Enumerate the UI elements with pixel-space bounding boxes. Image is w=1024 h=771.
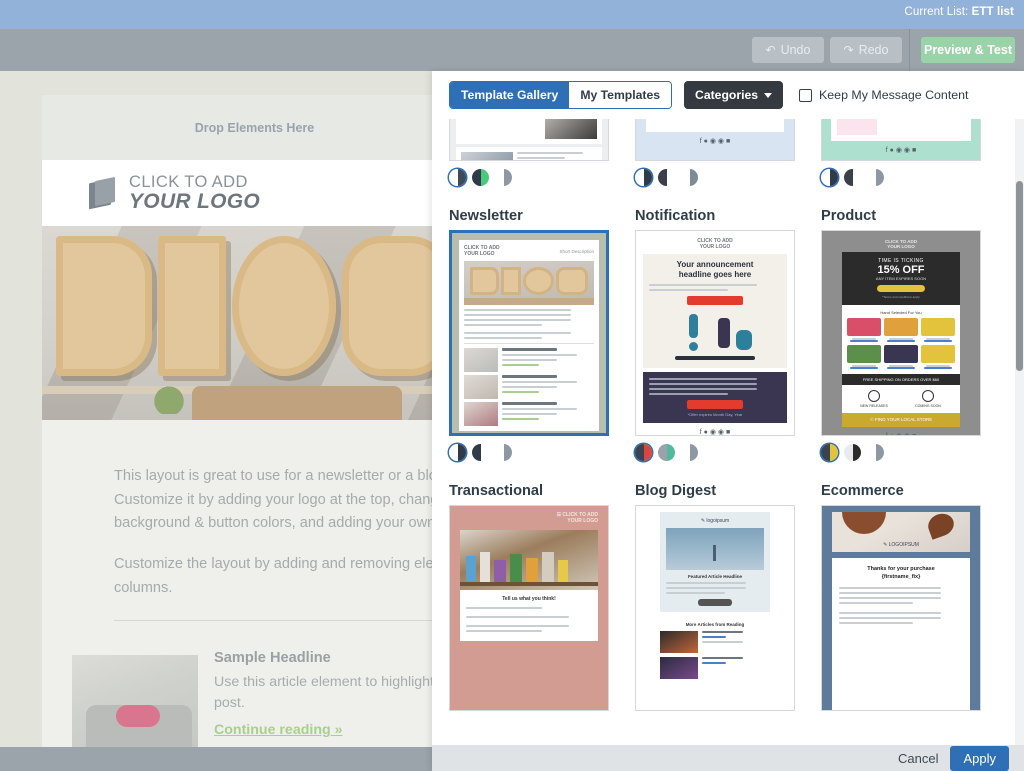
template-card-product[interactable]: Product CLICK TO ADD YOUR LOGO TIME IS TI… (821, 198, 999, 473)
undo-button[interactable]: ↶ Undo (752, 37, 824, 63)
template-card-transactional[interactable]: Transactional ☰ CLICK TO ADD YOUR LOGO T… (449, 473, 627, 723)
redo-button-label: Redo (858, 43, 889, 57)
template-card[interactable]: f ● ◉ ◉ ■ (449, 119, 627, 198)
color-swatch[interactable] (844, 444, 861, 461)
social-icons: f ● ◉ ◉ ■ (885, 147, 917, 154)
hero-plant (154, 382, 184, 414)
keep-message-content-toggle[interactable]: Keep My Message Content (799, 88, 969, 102)
undo-arrow-icon: ↶ (765, 43, 776, 57)
social-icons: f ● ◉ ◉ ■ (459, 431, 599, 433)
color-swatch[interactable] (495, 444, 512, 461)
template-card-ecommerce[interactable]: Ecommerce ✎ LOGOIPSUM Thanks for your pu… (821, 473, 999, 723)
color-swatch[interactable] (867, 444, 884, 461)
color-swatch[interactable] (867, 169, 884, 186)
logo-line-1: CLICK TO ADD (129, 172, 248, 191)
template-card-blog-digest[interactable]: Blog Digest ✎ logoipsum Featured Article… (635, 473, 813, 723)
book-logo-icon (87, 176, 119, 210)
template-panel-footer: Cancel Apply (432, 745, 1024, 771)
template-thumbnail[interactable]: f ● ◉ ◉ ■ (821, 119, 981, 161)
color-swatch[interactable] (658, 169, 675, 186)
template-thumbnail-transactional[interactable]: ☰ CLICK TO ADD YOUR LOGO Tell us what yo… (449, 505, 609, 711)
color-swatch-list (635, 444, 813, 461)
template-card-title: Product (821, 208, 877, 224)
color-swatch[interactable] (681, 444, 698, 461)
color-swatch[interactable] (681, 169, 698, 186)
template-card-title: Newsletter (449, 208, 523, 224)
logo-placeholder-text: CLICK TO ADD YOUR LOGO (129, 172, 261, 213)
template-thumbnail-notification[interactable]: CLICK TO ADD YOUR LOGO Your announcement h… (635, 230, 795, 436)
template-card-title: Blog Digest (635, 483, 717, 499)
continue-reading-link[interactable]: Continue reading » (214, 722, 342, 738)
current-list-label: Current List: (904, 6, 969, 18)
template-card-newsletter[interactable]: Newsletter CLICK TO ADD YOUR LOGO Short D… (449, 198, 627, 473)
keep-message-content-label: Keep My Message Content (819, 88, 969, 102)
social-icons: f ● ◉ ◉ ■ (699, 138, 731, 145)
scrollbar-thumb[interactable] (1016, 181, 1023, 371)
redo-button[interactable]: ↷ Redo (830, 37, 902, 63)
apply-button[interactable]: Apply (950, 745, 1009, 771)
template-source-tabs: Template Gallery My Templates (449, 81, 673, 109)
template-thumbnail-newsletter[interactable]: CLICK TO ADD YOUR LOGO Short Description (449, 230, 609, 436)
color-swatch-list (821, 444, 999, 461)
template-card-title: Ecommerce (821, 483, 904, 499)
redo-arrow-icon: ↷ (843, 43, 854, 57)
chevron-down-icon (764, 92, 773, 98)
color-swatch[interactable] (821, 444, 838, 461)
keep-message-content-checkbox[interactable] (799, 88, 813, 102)
template-panel-scrollbar[interactable] (1015, 119, 1024, 745)
template-grid: f ● ◉ ◉ ■ Hi {firstname_fix}, (432, 119, 1024, 723)
preview-and-test-button[interactable]: Preview & Test (921, 37, 1015, 63)
color-swatch[interactable] (658, 444, 675, 461)
color-swatch[interactable] (635, 444, 652, 461)
hero-blog-letters (56, 236, 496, 376)
color-swatch-list (821, 169, 999, 186)
template-panel-header: Template Gallery My Templates Categories… (432, 71, 1024, 119)
cancel-button[interactable]: Cancel (898, 751, 938, 766)
color-swatch[interactable] (472, 444, 489, 461)
toolbar-divider (909, 29, 910, 71)
tab-my-templates[interactable]: My Templates (569, 82, 672, 108)
template-card-notification[interactable]: Notification CLICK TO ADD YOUR LOGO Your … (635, 198, 813, 473)
categories-label: Categories (695, 88, 759, 102)
color-swatch-list (449, 169, 627, 186)
template-gallery-panel: Template Gallery My Templates Categories… (432, 71, 1024, 771)
template-grid-scroll-area[interactable]: f ● ◉ ◉ ■ Hi {firstname_fix}, (432, 119, 1024, 745)
template-thumbnail-ecommerce[interactable]: ✎ LOGOIPSUM Thanks for your purchase {fir… (821, 505, 981, 711)
color-swatch[interactable] (472, 169, 489, 186)
article-thumbnail-image[interactable] (72, 655, 198, 747)
logo-line-2: YOUR LOGO (129, 189, 261, 213)
color-swatch[interactable] (635, 169, 652, 186)
template-thumbnail[interactable]: Hi {firstname_fix}, Nice to meet you! (635, 119, 795, 161)
template-card-title: Transactional (449, 483, 544, 499)
color-swatch-list (635, 169, 813, 186)
template-thumbnail-blog-digest[interactable]: ✎ logoipsum Featured Article Headline Mo… (635, 505, 795, 711)
tab-template-gallery[interactable]: Template Gallery (450, 82, 570, 108)
app-header-bar: Current List: ETT list (0, 0, 1024, 29)
undo-button-label: Undo (780, 43, 811, 57)
hero-sofa (192, 386, 402, 420)
current-list-indicator: Current List: ETT list (904, 6, 1014, 18)
template-card[interactable]: f ● ◉ ◉ ■ (821, 119, 999, 198)
color-swatch[interactable] (495, 169, 512, 186)
categories-dropdown-button[interactable]: Categories (684, 81, 784, 109)
preview-button-label: Preview & Test (923, 43, 1012, 57)
social-icons: f ● ◉ ◉ ■ (842, 427, 960, 435)
template-thumbnail-product[interactable]: CLICK TO ADD YOUR LOGO TIME IS TICKING 15… (821, 230, 981, 436)
app-root: Current List: ETT list ↶ Undo ↷ Redo Pre… (0, 0, 1024, 771)
drop-zone-label: Drop Elements Here (194, 120, 315, 135)
color-swatch[interactable] (844, 169, 861, 186)
editor-toolbar: ↶ Undo ↷ Redo Preview & Test (0, 29, 1024, 71)
color-swatch[interactable] (449, 169, 466, 186)
template-card[interactable]: Hi {firstname_fix}, Nice to meet you! (635, 119, 813, 198)
color-swatch[interactable] (449, 444, 466, 461)
template-card-title: Notification (635, 208, 716, 224)
current-list-value: ETT list (971, 6, 1014, 18)
color-swatch[interactable] (821, 169, 838, 186)
template-thumbnail[interactable]: f ● ◉ ◉ ■ (449, 119, 609, 161)
social-icons: f ● ◉ ◉ ■ (699, 429, 731, 436)
color-swatch-list (449, 444, 627, 461)
